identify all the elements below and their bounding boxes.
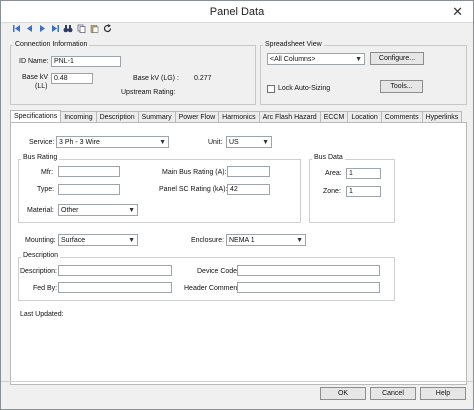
mounting-label: Mounting: [25,237,56,244]
id-name-input[interactable]: PNL-1 [51,56,121,67]
material-select-value: Other [61,207,79,214]
panel-data-window: Panel Data ✕ Connection Information ID N… [0,0,474,410]
enclosure-select[interactable]: NEMA 1 ▼ [226,234,306,246]
chevron-down-icon: ▼ [355,56,362,63]
mfr-label: Mfr: [41,169,54,176]
type-input[interactable] [58,184,120,195]
type-label: Type: [37,186,55,193]
footer-divider [1,381,473,382]
bus-rating-label: Bus Rating [21,154,60,161]
upstream-rating-label: Upstream Rating: [121,89,176,96]
cancel-button[interactable]: Cancel [370,387,416,400]
next-icon[interactable] [37,23,47,33]
lock-auto-sizing-label: Lock Auto-Sizing [278,85,331,92]
ok-button[interactable]: OK [320,387,366,400]
tools-button[interactable]: Tools... [380,80,423,93]
base-kv-ll-label: (LL) [35,83,48,90]
configure-button[interactable]: Configure... [370,52,424,65]
unit-select-value: US [229,139,239,146]
fed-by-label: Fed By: [33,285,58,292]
title-bar: Panel Data ✕ [1,1,473,23]
spreadsheet-view-label: Spreadsheet View [263,41,324,48]
enclosure-select-value: NEMA 1 [229,237,255,244]
area-input[interactable]: 1 [346,168,381,179]
bus-data-label: Bus Data [312,154,345,161]
unit-select[interactable]: US ▼ [226,136,272,148]
mfr-input[interactable] [58,166,120,177]
chevron-down-icon: ▼ [296,237,303,244]
fed-by-input[interactable] [58,282,172,293]
zone-input[interactable]: 1 [346,186,381,197]
header-comment-input[interactable] [237,282,380,293]
id-name-label: ID Name: [19,58,49,65]
chevron-down-icon: ▼ [262,139,269,146]
copy-icon[interactable] [76,23,86,33]
service-label: Service: [29,139,55,146]
device-code-input[interactable] [237,265,380,276]
chevron-down-icon: ▼ [128,207,135,214]
mounting-select-value: Surface [61,237,86,244]
main-bus-rating-label: Main Bus Rating (A): [162,169,227,176]
paste-icon[interactable] [89,23,99,33]
last-updated-label: Last Updated: [20,311,64,318]
description-group-label: Description [21,252,61,259]
panel-sc-rating-label: Panel SC Rating (kA): [159,186,228,193]
description-input[interactable] [58,265,172,276]
service-select[interactable]: 3 Ph - 3 Wire ▼ [56,136,169,148]
panel-sc-rating-input[interactable]: 42 [227,184,270,195]
prev-icon[interactable] [24,23,34,33]
refresh-icon[interactable] [102,23,112,33]
toolbar [11,22,112,34]
connection-info-label: Connection Information [13,41,90,48]
base-kv-lg-value: 0.277 [194,75,212,82]
chevron-down-icon: ▼ [128,237,135,244]
base-kv-label: Base kV [22,74,49,81]
material-label: Material: [27,207,54,214]
specifications-panel: Service: 3 Ph - 3 Wire ▼ Unit: US ▼ Bus … [10,122,467,385]
lock-auto-sizing-checkbox[interactable] [267,85,275,93]
first-icon[interactable] [11,23,21,33]
chevron-down-icon: ▼ [159,139,166,146]
base-kv-input[interactable]: 0.48 [51,73,93,84]
zone-label: Zone: [323,188,341,195]
description-label: Description: [20,268,57,275]
help-button[interactable]: Help [420,387,466,400]
window-title: Panel Data [209,6,265,18]
base-kv-lg-label: Base kV (LG) : [133,75,179,82]
unit-label: Unit: [208,139,223,146]
description-group [18,257,395,301]
close-icon[interactable]: ✕ [452,4,463,20]
columns-select[interactable]: <All Columns> ▼ [267,53,365,65]
enclosure-label: Enclosure: [191,237,225,244]
mounting-select[interactable]: Surface ▼ [58,234,138,246]
device-code-label: Device Code: [197,268,240,275]
last-icon[interactable] [50,23,60,33]
binoculars-icon[interactable] [63,23,73,33]
area-label: Area: [325,170,342,177]
service-select-value: 3 Ph - 3 Wire [59,139,100,146]
columns-select-value: <All Columns> [270,56,316,63]
main-bus-rating-input[interactable] [227,166,270,177]
header-comment-label: Header Comment: [184,285,242,292]
material-select[interactable]: Other ▼ [58,204,138,216]
